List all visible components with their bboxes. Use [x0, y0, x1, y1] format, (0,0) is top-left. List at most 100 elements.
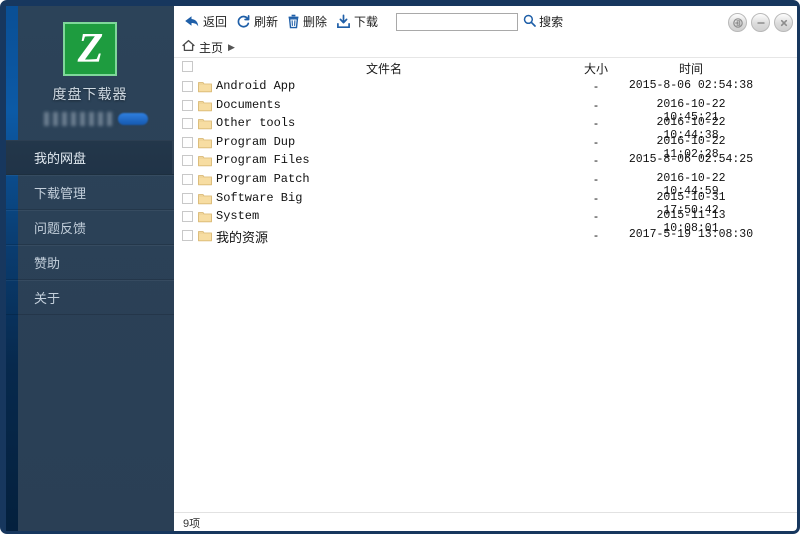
refresh-button[interactable]: 刷新 [233, 11, 284, 32]
table-row[interactable]: Documents -2016-10-22 10:45:21 [174, 97, 797, 124]
row-file-size: - [594, 171, 598, 186]
row-checkbox[interactable] [182, 155, 193, 167]
row-file-name: Program Files [216, 153, 310, 168]
row-file-size: - [594, 116, 598, 131]
row-file-time: 2015-8-06 02:54:25 [628, 153, 754, 167]
sidebar-item-label: 赞助 [34, 256, 61, 271]
folder-icon [198, 118, 212, 133]
breadcrumb-home-label: 主页 [199, 40, 224, 55]
back-button[interactable]: 返回 [180, 11, 233, 32]
breadcrumb: 主页 ▶ [174, 37, 797, 58]
home-icon [182, 39, 195, 55]
row-file-size: - [594, 134, 598, 149]
application-window: Z 度盘下载器 我的网盘 下载管理 问题反馈 赞助 关于 返回 刷新 删除 下载… [0, 0, 800, 534]
sidebar-item-feedback[interactable]: 问题反馈 [6, 210, 174, 245]
column-header-time[interactable]: 时间 [626, 60, 756, 77]
search-button-label: 搜索 [539, 15, 564, 29]
download-button-label: 下载 [354, 15, 379, 29]
row-checkbox[interactable] [182, 211, 193, 223]
table-row[interactable]: Android App - 2015-8-06 02:54:38 [174, 78, 797, 97]
search-area: 搜索 [396, 12, 563, 31]
table-row[interactable]: Software Big -2015-10-31 17:50:42 [174, 190, 797, 217]
user-account-row[interactable] [6, 111, 174, 128]
table-row[interactable]: System -2015-11-13 10:08:01 [174, 208, 797, 235]
row-file-size: - [594, 97, 598, 112]
trash-icon [287, 14, 300, 29]
brand-block: Z 度盘下载器 [6, 6, 174, 128]
folder-icon [198, 211, 212, 226]
back-button-label: 返回 [203, 15, 228, 29]
sidebar-nav: 我的网盘 下载管理 问题反馈 赞助 关于 [6, 140, 174, 315]
row-file-name: Documents [216, 97, 281, 112]
column-header-size[interactable]: 大小 [566, 60, 626, 77]
row-file-name: 我的资源 [216, 229, 269, 245]
table-row[interactable]: Program Dup -2016-10-22 11:02:28 [174, 134, 797, 161]
column-header-name[interactable]: 文件名 [174, 60, 594, 77]
sidebar-item-label: 下载管理 [34, 186, 87, 201]
row-file-name: Software Big [216, 190, 303, 205]
folder-icon [198, 174, 212, 189]
row-file-time: 2015-8-06 02:54:38 [628, 79, 754, 92]
folder-icon [198, 100, 212, 115]
app-title: 度盘下载器 [52, 86, 128, 102]
row-file-name: Program Dup [216, 134, 296, 149]
window-controls [728, 13, 793, 32]
table-row[interactable]: Program Patch -2016-10-22 10:44:59 [174, 171, 797, 198]
download-button[interactable]: 下载 [333, 11, 384, 32]
table-row[interactable]: 我的资源 - 2017-5-19 13:08:30 [174, 227, 797, 246]
row-file-size: - [594, 190, 598, 205]
search-input[interactable] [396, 12, 519, 31]
folder-icon [198, 137, 212, 152]
row-checkbox[interactable] [182, 136, 193, 148]
table-row[interactable]: Program Files - 2015-8-06 02:54:25 [174, 152, 797, 171]
row-checkbox[interactable] [182, 173, 193, 185]
app-root: Z 度盘下载器 我的网盘 下载管理 问题反馈 赞助 关于 返回 刷新 删除 下载… [0, 0, 800, 534]
breadcrumb-home[interactable]: 主页 [182, 39, 223, 56]
sidebar-item-label: 我的网盘 [34, 151, 87, 166]
file-list: Android App - 2015-8-06 02:54:38 Documents -… [174, 78, 797, 506]
row-checkbox[interactable] [182, 118, 193, 130]
search-icon [523, 14, 536, 30]
sidebar: Z 度盘下载器 我的网盘 下载管理 问题反馈 赞助 关于 [6, 6, 174, 531]
sidebar-item-donate[interactable]: 赞助 [6, 245, 174, 280]
row-file-name: Program Patch [216, 171, 310, 186]
sidebar-item-download-manager[interactable]: 下载管理 [6, 175, 174, 210]
download-icon [336, 14, 351, 29]
toolbar: 返回 刷新 删除 下载 搜索 [174, 6, 797, 37]
row-file-size: - [594, 79, 598, 93]
logout-button[interactable] [728, 13, 747, 32]
back-arrow-icon [183, 14, 200, 29]
search-button[interactable]: 搜索 [523, 13, 563, 30]
sidebar-item-label: 关于 [34, 291, 61, 306]
refresh-button-label: 刷新 [254, 15, 279, 29]
refresh-icon [236, 14, 251, 29]
sidebar-item-about[interactable]: 关于 [6, 280, 174, 315]
status-bar: 9项 [174, 512, 797, 531]
folder-icon [198, 81, 212, 96]
folder-icon [198, 155, 212, 170]
row-checkbox[interactable] [182, 229, 193, 241]
row-file-time: 2017-5-19 13:08:30 [628, 227, 754, 241]
row-checkbox[interactable] [182, 81, 193, 92]
row-checkbox[interactable] [182, 99, 193, 111]
app-logo-icon: Z [63, 22, 117, 76]
delete-button[interactable]: 删除 [284, 11, 333, 32]
row-file-name: System [216, 209, 260, 224]
row-checkbox[interactable] [182, 192, 193, 204]
sidebar-item-label: 问题反馈 [34, 221, 87, 236]
row-file-name: Other tools [216, 116, 296, 131]
delete-button-label: 删除 [303, 15, 328, 29]
item-count-label: 9项 [183, 518, 201, 530]
sidebar-item-my-netdisk[interactable]: 我的网盘 [6, 140, 174, 175]
minimize-button[interactable] [751, 13, 770, 32]
row-file-size: - [594, 209, 598, 224]
folder-icon [198, 193, 212, 208]
table-row[interactable]: Other tools -2016-10-22 10:44:38 [174, 115, 797, 142]
account-badge [118, 113, 148, 125]
close-button[interactable] [774, 13, 793, 32]
username-redacted [44, 112, 116, 126]
logo-letter: Z [77, 26, 104, 72]
row-file-name: Android App [216, 79, 296, 93]
row-file-size: - [594, 153, 598, 168]
row-file-size: - [594, 227, 598, 242]
